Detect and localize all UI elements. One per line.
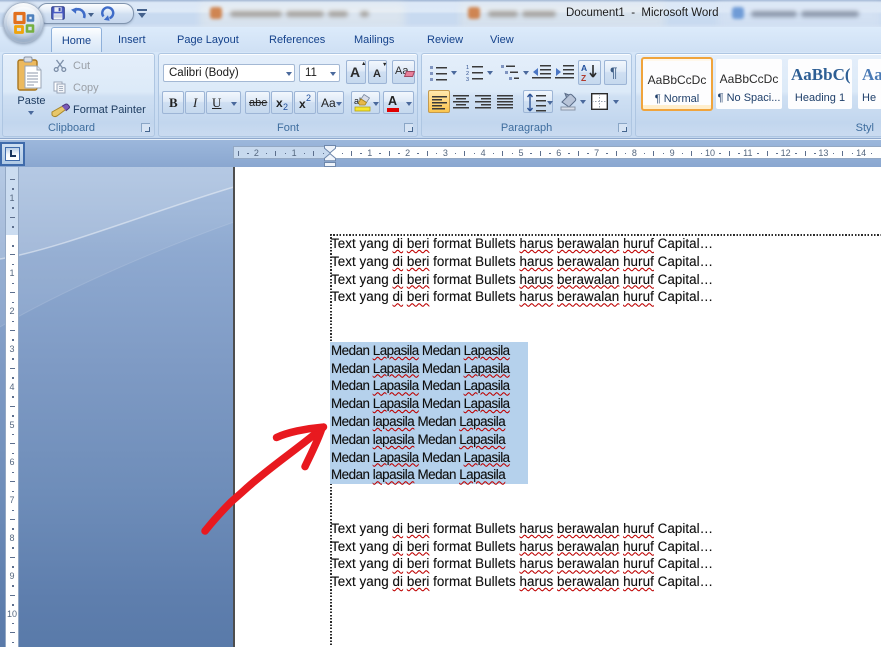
svg-text:A: A — [581, 63, 587, 73]
svg-text:Z: Z — [581, 73, 586, 82]
svg-text:3: 3 — [466, 77, 469, 81]
